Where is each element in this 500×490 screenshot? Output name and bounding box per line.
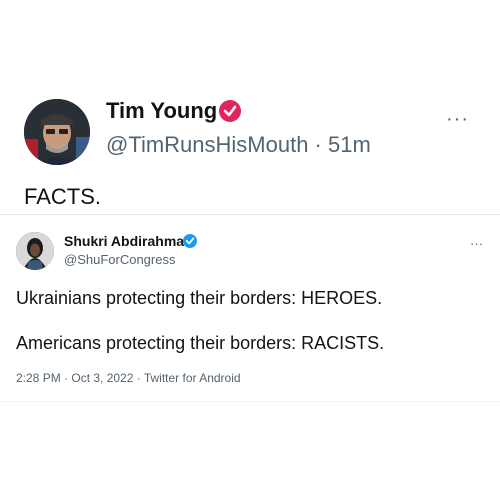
quoted-author-handle[interactable]: @ShuForCongress xyxy=(64,252,175,267)
author-avatar[interactable] xyxy=(24,99,90,165)
quoted-tweet-timestamp-source[interactable]: 2:28 PM · Oct 3, 2022 · Twitter for Andr… xyxy=(16,371,241,385)
quoted-more-options-icon[interactable]: ··· xyxy=(470,236,483,251)
quoted-author-name[interactable]: Shukri Abdirahman xyxy=(64,233,193,249)
quoted-tweet-line-1: Ukrainians protecting their borders: HER… xyxy=(16,288,383,308)
more-options-icon[interactable]: ··· xyxy=(446,108,469,131)
author-handle-and-time[interactable]: @TimRunsHisMouth · 51m xyxy=(106,132,371,158)
tweet-text: FACTS. xyxy=(24,184,102,209)
user-avatar-photo-icon xyxy=(16,232,54,270)
quoted-tweet-line-2: Americans protecting their borders: RACI… xyxy=(16,333,385,353)
user-avatar-photo-icon xyxy=(24,99,90,165)
author-name[interactable]: Tim Young xyxy=(106,98,217,124)
verified-check-icon xyxy=(219,100,241,122)
quoted-author-avatar[interactable] xyxy=(16,232,54,270)
verified-check-icon xyxy=(183,234,197,248)
